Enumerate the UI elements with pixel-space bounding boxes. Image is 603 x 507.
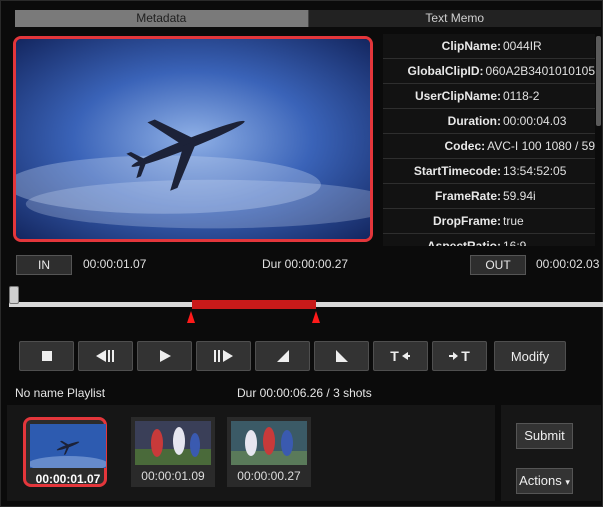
timeline[interactable]: [9, 284, 603, 329]
tab-bar: Metadata Text Memo: [15, 10, 601, 27]
stop-icon: [41, 351, 52, 361]
shot-timecode: 00:00:01.07: [35, 472, 101, 486]
step-back-button[interactable]: [78, 341, 133, 371]
meta-row: Codec: AVC-I 100 1080 / 59: [383, 134, 595, 159]
text-left-label: T: [390, 348, 399, 364]
out-timecode: 00:00:02.03: [536, 257, 600, 271]
selected-range: [192, 300, 316, 309]
meta-row: DropFrame: true: [383, 209, 595, 234]
action-panel: Submit Actions ▾: [501, 405, 601, 501]
meta-key: FrameRate:: [434, 189, 501, 203]
meta-key: DropFrame:: [432, 214, 501, 228]
playlist-name: No name Playlist: [15, 386, 106, 400]
meta-value: 0118-2: [503, 89, 540, 103]
scrollbar-thumb[interactable]: [596, 36, 601, 126]
meta-value: 59.94i: [503, 189, 536, 203]
mark-out-icon: [335, 350, 348, 362]
tab-metadata[interactable]: Metadata: [15, 10, 308, 27]
mark-out-button[interactable]: [314, 341, 369, 371]
text-left-button[interactable]: T: [373, 341, 428, 371]
actions-dropdown[interactable]: Actions ▾: [516, 468, 573, 494]
meta-key: UserClipName:: [414, 89, 501, 103]
step-forward-icon: [213, 350, 233, 362]
video-preview[interactable]: [13, 36, 373, 242]
mark-in-button[interactable]: [255, 341, 310, 371]
arrow-right-icon: [449, 352, 459, 360]
shot-strip: 00:00:01.07 00:00:01.09 00:00:00.27: [7, 405, 495, 501]
meta-row: ClipName: 0044IR: [383, 34, 595, 59]
stop-button[interactable]: [19, 341, 74, 371]
shot-image: [231, 421, 307, 465]
meta-key: AspectRatio:: [426, 239, 501, 246]
meta-value: true: [503, 214, 524, 228]
meta-row: StartTimecode: 13:54:52:05: [383, 159, 595, 184]
shot-image-sports: [231, 421, 307, 465]
transport-controls: T T Modify: [19, 341, 566, 371]
shot-image-airplane: [30, 424, 106, 468]
meta-key: ClipName:: [441, 39, 501, 53]
shot-image-sports: [135, 421, 211, 465]
metadata-panel[interactable]: ClipName: 0044IR GlobalClipID: 060A2B340…: [383, 34, 595, 246]
shot-thumbnail[interactable]: 00:00:01.09: [131, 417, 215, 487]
meta-row: GlobalClipID: 060A2B3401010105: [383, 59, 595, 84]
tab-text-memo[interactable]: Text Memo: [307, 10, 601, 27]
text-right-button[interactable]: T: [432, 341, 487, 371]
shot-thumbnail[interactable]: 00:00:00.27: [227, 417, 311, 487]
meta-row: FrameRate: 59.94i: [383, 184, 595, 209]
playhead-handle[interactable]: [9, 286, 19, 304]
meta-value: 060A2B3401010105: [485, 64, 595, 78]
out-marker[interactable]: [312, 311, 320, 323]
meta-value: 00:00:04.03: [503, 114, 567, 128]
shot-timecode: 00:00:01.09: [141, 469, 205, 483]
shot-image: [30, 424, 106, 468]
metadata-scrollbar[interactable]: [595, 34, 602, 246]
in-marker[interactable]: [187, 311, 195, 323]
text-right-label: T: [461, 348, 470, 364]
meta-key: Duration:: [447, 114, 501, 128]
chevron-down-icon: ▾: [565, 477, 570, 487]
actions-label: Actions: [519, 473, 562, 488]
step-back-icon: [95, 350, 114, 362]
editor-window: Metadata Text Memo ClipName: 0044IR Glob…: [0, 0, 603, 507]
meta-value: 13:54:52:05: [503, 164, 567, 178]
shot-timecode: 00:00:00.27: [237, 469, 301, 483]
meta-key: StartTimecode:: [413, 164, 501, 178]
meta-value: 16:9: [503, 239, 527, 246]
out-button[interactable]: OUT: [470, 255, 526, 275]
arrow-left-icon: [401, 352, 410, 360]
in-button[interactable]: IN: [16, 255, 72, 275]
in-out-bar: IN 00:00:01.07 Dur 00:00:00.27 OUT 00:00…: [1, 251, 603, 277]
play-button[interactable]: [137, 341, 192, 371]
meta-value: AVC-I 100 1080 / 59: [487, 139, 595, 153]
meta-row: AspectRatio: 16:9: [383, 234, 595, 246]
shot-image: [135, 421, 211, 465]
submit-button[interactable]: Submit: [516, 423, 573, 449]
modify-button[interactable]: Modify: [494, 341, 566, 371]
meta-key: GlobalClipID:: [407, 64, 484, 78]
meta-row: Duration: 00:00:04.03: [383, 109, 595, 134]
step-forward-button[interactable]: [196, 341, 251, 371]
play-icon: [159, 350, 171, 362]
in-timecode: 00:00:01.07: [83, 257, 147, 271]
meta-key: Codec:: [444, 139, 486, 153]
preview-frame: [16, 39, 370, 239]
meta-value: 0044IR: [503, 39, 542, 53]
mark-in-icon: [276, 350, 289, 362]
shot-thumbnail[interactable]: 00:00:01.07: [23, 417, 107, 487]
playlist-duration: Dur 00:00:06.26 / 3 shots: [237, 386, 372, 400]
meta-row: UserClipName: 0118-2: [383, 84, 595, 109]
clip-duration: Dur 00:00:00.27: [262, 257, 349, 271]
